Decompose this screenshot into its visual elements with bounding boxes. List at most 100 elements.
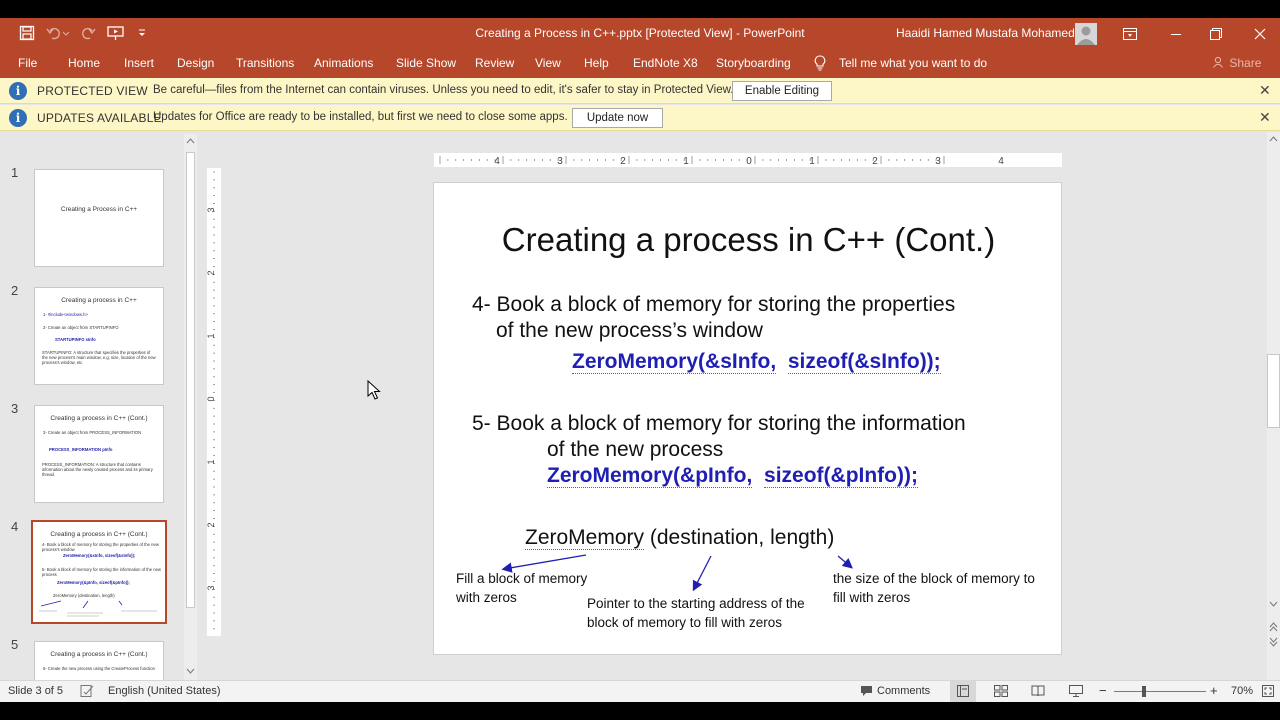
tab-transitions[interactable]: Transitions [236, 56, 294, 70]
updates-message: Updates for Office are ready to be insta… [153, 111, 568, 123]
restore-icon[interactable] [1196, 18, 1236, 50]
tab-storyboarding[interactable]: Storyboarding [716, 56, 791, 70]
comments-button[interactable]: Comments [877, 685, 930, 697]
info-icon: i [9, 109, 27, 127]
code-zeromemory-pinfo[interactable]: ZeroMemory(&pInfo, sizeof(&pInfo)); [547, 464, 918, 488]
step-5-line-2[interactable]: of the new process [547, 438, 723, 462]
slide-scrollbar[interactable] [1267, 132, 1280, 680]
ruler-label: 1 [683, 156, 689, 167]
ruler-label: 4 [998, 156, 1004, 167]
slide-thumbnail-3[interactable]: Creating a process in C++ (Cont.) 3- Cre… [34, 405, 164, 503]
tab-review[interactable]: Review [475, 56, 514, 70]
thumbnail-text: 2- Create an object from STARTUPINFO [43, 325, 119, 330]
tab-home[interactable]: Home [68, 56, 100, 70]
status-bar: Slide 3 of 5 English (United States) Com… [0, 680, 1280, 702]
step-4-line-2[interactable]: of the new process’s window [496, 319, 763, 343]
comments-icon[interactable] [860, 685, 873, 700]
ruler-label: 2 [620, 156, 626, 167]
step-5-line-1[interactable]: 5- Book a block of memory for storing th… [472, 412, 966, 436]
slide-number: 2 [11, 283, 19, 298]
scroll-up-icon[interactable] [1269, 135, 1278, 143]
arrow-to-destination [692, 555, 712, 592]
ruler-label: 2 [872, 156, 878, 167]
slide-sorter-icon[interactable] [994, 685, 1008, 700]
zoom-level[interactable]: 70% [1231, 685, 1253, 697]
update-now-button[interactable]: Update now [572, 108, 663, 128]
thumbnail-text: 4- Book a block of memory for storing th… [42, 542, 159, 552]
code-zeromemory-sinfo[interactable]: ZeroMemory(&sInfo, sizeof(&sInfo)); [572, 350, 941, 374]
slide-canvas[interactable]: Creating a process in C++ (Cont.) 4- Boo… [433, 182, 1062, 655]
fit-slide-icon[interactable] [1261, 684, 1275, 701]
slide-thumbnail-5[interactable]: Creating a process in C++ (Cont.) 6- Cre… [34, 641, 164, 680]
protected-view-message: Be careful—files from the Internet can c… [153, 84, 734, 96]
slide-thumbnail-2[interactable]: Creating a process in C++ 1- #include<wi… [34, 287, 164, 385]
protected-view-title: PROTECTED VIEW [37, 84, 148, 98]
close-icon[interactable]: ✕ [1259, 82, 1271, 99]
save-icon[interactable] [19, 25, 35, 41]
redo-icon[interactable] [80, 25, 96, 41]
tab-view[interactable]: View [535, 56, 561, 70]
normal-view-button[interactable] [950, 681, 976, 702]
thumbnail-scrollbar[interactable] [184, 134, 197, 680]
ruler-label: 0 [207, 396, 216, 401]
tell-me-search[interactable]: Tell me what you want to do [839, 56, 987, 70]
note-zeromemory-description[interactable]: Fill a block of memory with zeros [456, 569, 606, 607]
scrollbar-thumb[interactable] [186, 152, 195, 608]
ruler-label: 3 [557, 156, 563, 167]
minimize-icon[interactable] [1156, 18, 1196, 50]
zoom-slider[interactable] [1114, 691, 1206, 692]
tab-help[interactable]: Help [584, 56, 609, 70]
previous-slide-icon[interactable] [1269, 622, 1278, 632]
note-length[interactable]: the size of the block of memory to fill … [833, 569, 1048, 607]
arrow-to-length [837, 555, 853, 569]
tab-endnote[interactable]: EndNote X8 [633, 56, 698, 70]
ruler-label: 3 [207, 207, 216, 212]
avatar[interactable] [1075, 23, 1097, 45]
slide-show-icon[interactable] [1069, 685, 1083, 700]
zoom-slider-handle[interactable] [1142, 686, 1146, 697]
updates-title: UPDATES AVAILABLE [37, 111, 162, 125]
ruler-label: 1 [809, 156, 815, 167]
tab-insert[interactable]: Insert [124, 56, 154, 70]
step-4-line-1[interactable]: 4- Book a block of memory for storing th… [472, 293, 955, 317]
ribbon-tabs: File Home Insert Design Transitions Anim… [0, 50, 1280, 78]
scroll-down-icon[interactable] [186, 667, 195, 675]
thumbnail-code: ZeroMemory(&sInfo, sizeof(&sInfo)); [63, 553, 136, 558]
scroll-up-icon[interactable] [186, 137, 195, 145]
slide-number: 4 [11, 519, 19, 534]
slide-title[interactable]: Creating a process in C++ (Cont.) [434, 221, 1063, 259]
close-icon[interactable] [1240, 18, 1280, 50]
reading-view-icon[interactable] [1031, 685, 1045, 700]
slide-thumbnail-4[interactable]: Creating a process in C++ (Cont.) 4- Boo… [31, 520, 167, 624]
scroll-down-icon[interactable] [1269, 600, 1278, 608]
note-destination[interactable]: Pointer to the starting address of the b… [587, 594, 805, 632]
user-name[interactable]: Haaidi Hamed Mustafa Mohamed [896, 26, 1075, 40]
scrollbar-thumb[interactable] [1267, 354, 1280, 428]
lightbulb-icon[interactable] [814, 55, 826, 76]
tab-design[interactable]: Design [177, 56, 214, 70]
slide-thumbnail-1[interactable]: Creating a Process in C++ [34, 169, 164, 267]
ribbon-display-options-icon[interactable] [1110, 18, 1150, 50]
share-button[interactable]: Share [1213, 56, 1261, 70]
zoom-in-button[interactable]: + [1210, 683, 1218, 698]
spelling-icon[interactable] [80, 684, 94, 701]
undo-icon[interactable] [46, 25, 70, 41]
tab-file[interactable]: File [18, 56, 37, 70]
code-part: sizeof(&pInfo)); [764, 464, 918, 488]
zeromemory-signature[interactable]: ZeroMemory (destination, length) [525, 526, 834, 550]
language-indicator[interactable]: English (United States) [108, 685, 221, 697]
zoom-out-button[interactable]: − [1099, 683, 1107, 698]
powerpoint-window: Creating a Process in C++.pptx [Protecte… [0, 18, 1280, 702]
mouse-cursor-icon [367, 380, 381, 400]
vertical-ruler: 3 2 1 0 1 2 3 [206, 168, 221, 636]
start-from-beginning-icon[interactable] [107, 25, 125, 41]
slide-number: 5 [11, 637, 19, 652]
next-slide-icon[interactable] [1269, 637, 1278, 647]
enable-editing-button[interactable]: Enable Editing [732, 81, 832, 101]
slide-count[interactable]: Slide 3 of 5 [8, 685, 63, 697]
tab-animations[interactable]: Animations [314, 56, 373, 70]
tab-slide-show[interactable]: Slide Show [396, 56, 456, 70]
customize-qat-icon[interactable] [137, 25, 147, 41]
close-icon[interactable]: ✕ [1259, 109, 1271, 126]
share-label: Share [1229, 56, 1262, 70]
